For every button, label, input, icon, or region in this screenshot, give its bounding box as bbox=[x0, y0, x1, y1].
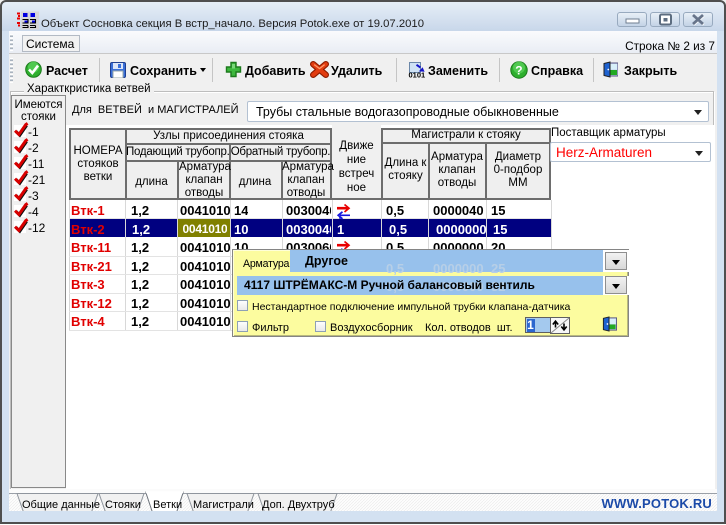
svg-text:0101: 0101 bbox=[409, 71, 426, 79]
svg-text:Общие данные: Общие данные bbox=[22, 499, 100, 511]
svg-text:Доп. Двухтруб: Доп. Двухтруб bbox=[262, 499, 335, 511]
svg-text:?: ? bbox=[515, 64, 522, 78]
svg-text:Стояки: Стояки bbox=[105, 499, 141, 511]
svg-text:Ветки: Ветки bbox=[153, 499, 182, 511]
svg-text:Магистрали: Магистрали bbox=[193, 499, 254, 511]
